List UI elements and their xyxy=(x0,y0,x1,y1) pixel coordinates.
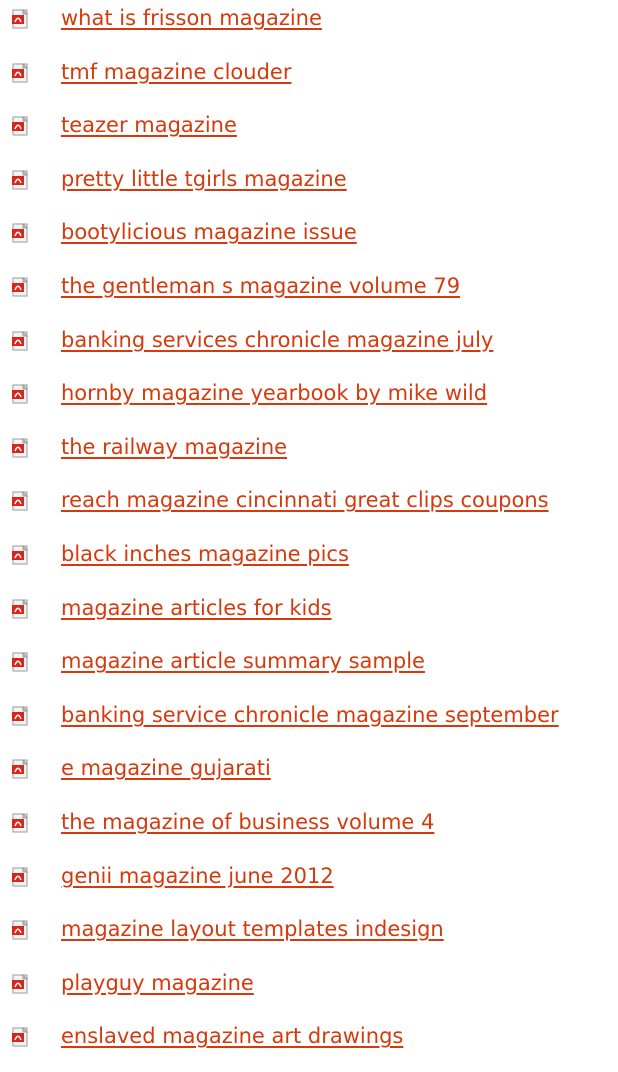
list-item: pretty little tgirls magazine xyxy=(0,161,618,215)
list-item: tmf magazine clouder xyxy=(0,54,618,108)
list-item: banking services chronicle magazine july xyxy=(0,322,618,376)
document-link[interactable]: the railway magazine xyxy=(61,433,287,461)
list-item: genii magazine june 2012 xyxy=(0,858,618,912)
pdf-file-icon xyxy=(12,9,29,29)
list-item: hornby magazine yearbook by mike wild xyxy=(0,375,618,429)
document-link[interactable]: magazine article summary sample xyxy=(61,647,425,675)
document-link[interactable]: banking service chronicle magazine septe… xyxy=(61,701,559,729)
pdf-file-icon xyxy=(12,973,29,994)
list-item: banking service chronicle magazine septe… xyxy=(0,697,618,751)
pdf-file-icon xyxy=(12,491,29,511)
document-link[interactable]: e magazine gujarati xyxy=(61,754,271,782)
document-link[interactable]: the magazine of business volume 4 xyxy=(61,808,434,836)
document-link[interactable]: bootylicious magazine issue xyxy=(61,218,357,246)
document-link[interactable]: magazine articles for kids xyxy=(61,594,332,622)
document-link[interactable]: enslaved magazine art drawings xyxy=(61,1022,403,1050)
pdf-file-icon xyxy=(12,759,29,779)
list-item: teazer magazine xyxy=(0,107,618,161)
document-link[interactable]: banking services chronicle magazine july xyxy=(61,326,493,354)
list-item: the gentleman s magazine volume 79 xyxy=(0,268,618,322)
pdf-file-icon xyxy=(12,330,29,351)
pdf-link-list: what is frisson magazine tmf magazine cl… xyxy=(0,0,618,1072)
document-link[interactable]: pretty little tgirls magazine xyxy=(61,165,347,193)
document-link[interactable]: what is frisson magazine xyxy=(61,4,322,32)
document-link[interactable]: the gentleman s magazine volume 79 xyxy=(61,272,460,300)
document-link[interactable]: hornby magazine yearbook by mike wild xyxy=(61,379,487,407)
pdf-file-icon xyxy=(12,1027,29,1047)
pdf-file-icon xyxy=(12,812,29,833)
document-link[interactable]: reach magazine cincinnati great clips co… xyxy=(61,486,549,514)
pdf-file-icon xyxy=(12,169,29,190)
document-link[interactable]: playguy magazine xyxy=(61,969,254,997)
pdf-file-icon xyxy=(12,598,29,619)
list-item: playguy magazine xyxy=(0,965,618,1019)
list-item: magazine layout templates indesign xyxy=(0,911,618,965)
list-item: black inches magazine pics xyxy=(0,536,618,590)
pdf-file-icon xyxy=(12,652,29,672)
list-item: magazine article summary sample xyxy=(0,643,618,697)
list-item: reach magazine cincinnati great clips co… xyxy=(0,482,618,536)
list-item: enslaved magazine art drawings xyxy=(0,1018,618,1072)
list-item: the railway magazine xyxy=(0,429,618,483)
document-link[interactable]: teazer magazine xyxy=(61,111,237,139)
document-link[interactable]: tmf magazine clouder xyxy=(61,58,291,86)
pdf-file-icon xyxy=(12,705,29,726)
list-item: e magazine gujarati xyxy=(0,750,618,804)
pdf-file-icon xyxy=(12,437,29,458)
list-item: what is frisson magazine xyxy=(0,0,618,54)
pdf-file-icon xyxy=(12,62,29,83)
pdf-file-icon xyxy=(12,116,29,136)
list-item: bootylicious magazine issue xyxy=(0,214,618,268)
pdf-file-icon xyxy=(12,276,29,297)
document-link[interactable]: black inches magazine pics xyxy=(61,540,349,568)
pdf-file-icon xyxy=(12,544,29,565)
document-link[interactable]: genii magazine june 2012 xyxy=(61,862,334,890)
pdf-file-icon xyxy=(12,223,29,243)
pdf-file-icon xyxy=(12,920,29,940)
list-item: the magazine of business volume 4 xyxy=(0,804,618,858)
pdf-file-icon xyxy=(12,384,29,404)
list-item: magazine articles for kids xyxy=(0,590,618,644)
pdf-file-icon xyxy=(12,866,29,886)
document-link[interactable]: magazine layout templates indesign xyxy=(61,915,444,943)
